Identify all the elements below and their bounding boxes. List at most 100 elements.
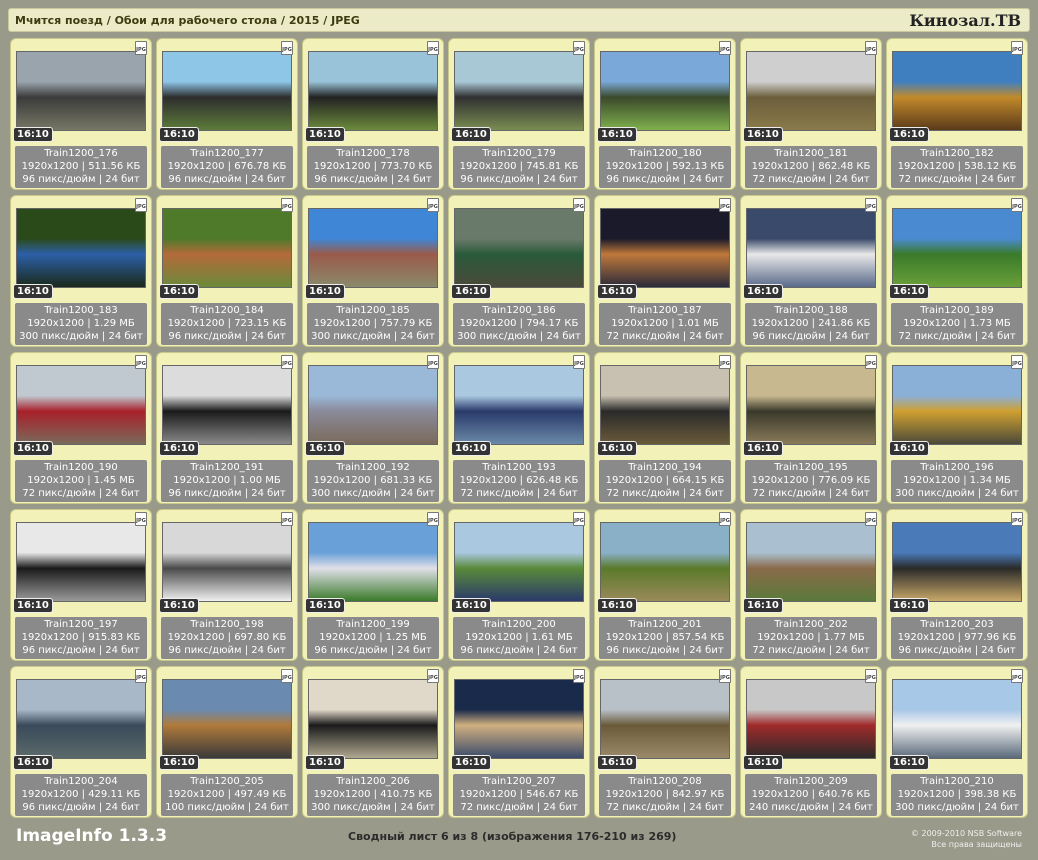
thumbnail-card[interactable]: JPG 16:10 Train1200_181 1920x1200 | 862.48 …: [740, 38, 882, 190]
thumbnail-card[interactable]: JPG 16:10 Train1200_182 1920x1200 | 538.12 …: [886, 38, 1028, 190]
thumbnail-image[interactable]: [162, 679, 292, 759]
thumbnail-card[interactable]: JPG 16:10 Train1200_178 1920x1200 | 773.70 …: [302, 38, 444, 190]
thumbnail-image[interactable]: [16, 208, 146, 288]
jpg-file-icon: JPG: [719, 512, 731, 526]
thumbnail-card[interactable]: JPG 16:10 Train1200_186 1920x1200 | 794.17 …: [448, 195, 590, 347]
thumbnail-card[interactable]: JPG 16:10 Train1200_210 1920x1200 | 398.38 …: [886, 666, 1028, 818]
thumbnail-image[interactable]: [892, 522, 1022, 602]
jpg-file-icon: JPG: [1011, 512, 1023, 526]
thumbnail-card[interactable]: JPG 16:10 Train1200_177 1920x1200 | 676.78 …: [156, 38, 298, 190]
file-dimensions-size: 1920x1200 | 794.17 КБ: [459, 318, 579, 329]
thumbnail-image[interactable]: [746, 679, 876, 759]
thumbnail-image[interactable]: [162, 522, 292, 602]
thumbnail-image[interactable]: [892, 51, 1022, 131]
thumbnail-card[interactable]: JPG 16:10 Train1200_199 1920x1200 | 1.25 МБ…: [302, 509, 444, 661]
thumbnail-card[interactable]: JPG 16:10 Train1200_206 1920x1200 | 410.75 …: [302, 666, 444, 818]
thumbnail-image[interactable]: [454, 51, 584, 131]
file-dimensions-size: 1920x1200 | 915.83 КБ: [21, 632, 141, 643]
file-resolution-depth: 96 пикс/дюйм | 24 бит: [460, 174, 578, 185]
thumbnail-image[interactable]: [600, 51, 730, 131]
thumbnail-image[interactable]: [746, 522, 876, 602]
thumbnail-card[interactable]: JPG 16:10 Train1200_198 1920x1200 | 697.80 …: [156, 509, 298, 661]
thumbnail-image[interactable]: [308, 522, 438, 602]
image-info: Train1200_202 1920x1200 | 1.77 МБ 72 пикс/…: [745, 617, 877, 659]
thumbnail-card[interactable]: JPG 16:10 Train1200_203 1920x1200 | 977.96 …: [886, 509, 1028, 661]
image-info: Train1200_188 1920x1200 | 241.86 КБ 96 пик…: [745, 303, 877, 345]
thumbnail-card[interactable]: JPG 16:10 Train1200_200 1920x1200 | 1.61 МБ…: [448, 509, 590, 661]
thumbnail-card[interactable]: JPG 16:10 Train1200_189 1920x1200 | 1.73 МБ…: [886, 195, 1028, 347]
thumbnail-image[interactable]: [308, 365, 438, 445]
thumbnail-card[interactable]: JPG 16:10 Train1200_183 1920x1200 | 1.29 МБ…: [10, 195, 152, 347]
thumbnail-image[interactable]: [746, 365, 876, 445]
thumbnail-image[interactable]: [746, 208, 876, 288]
thumbnail-image[interactable]: [454, 365, 584, 445]
thumbnail-image[interactable]: [162, 365, 292, 445]
thumbnail-card[interactable]: JPG 16:10 Train1200_204 1920x1200 | 429.11 …: [10, 666, 152, 818]
file-resolution-depth: 72 пикс/дюйм | 24 бит: [606, 331, 724, 342]
thumbnail-image[interactable]: [16, 51, 146, 131]
jpg-file-icon: JPG: [135, 669, 147, 683]
thumbnail-image[interactable]: [162, 208, 292, 288]
jpg-file-icon: JPG: [719, 198, 731, 212]
thumbnail-card[interactable]: JPG 16:10 Train1200_208 1920x1200 | 842.97 …: [594, 666, 736, 818]
thumbnail-card[interactable]: JPG 16:10 Train1200_201 1920x1200 | 857.54 …: [594, 509, 736, 661]
thumbnail-image[interactable]: [600, 679, 730, 759]
file-name: Train1200_209: [774, 776, 848, 787]
thumbnail-image[interactable]: [454, 522, 584, 602]
thumbnail-card[interactable]: JPG 16:10 Train1200_188 1920x1200 | 241.86 …: [740, 195, 882, 347]
jpg-file-icon: JPG: [865, 198, 877, 212]
thumbnail-card[interactable]: JPG 16:10 Train1200_190 1920x1200 | 1.45 МБ…: [10, 352, 152, 504]
thumbnail-card[interactable]: JPG 16:10 Train1200_197 1920x1200 | 915.83 …: [10, 509, 152, 661]
image-info: Train1200_179 1920x1200 | 745.81 КБ 96 пик…: [453, 146, 585, 188]
thumbnail-card[interactable]: JPG 16:10 Train1200_209 1920x1200 | 640.76 …: [740, 666, 882, 818]
thumbnail-card[interactable]: JPG 16:10 Train1200_180 1920x1200 | 592.13 …: [594, 38, 736, 190]
thumbnail-image[interactable]: [454, 208, 584, 288]
thumbnail-image[interactable]: [892, 208, 1022, 288]
thumbnail-card[interactable]: JPG 16:10 Train1200_207 1920x1200 | 546.67 …: [448, 666, 590, 818]
thumbnail-card[interactable]: JPG 16:10 Train1200_176 1920x1200 | 511.56 …: [10, 38, 152, 190]
jpg-file-icon: JPG: [135, 198, 147, 212]
thumbnail-image[interactable]: [308, 679, 438, 759]
jpg-file-icon: JPG: [573, 198, 585, 212]
aspect-ratio-badge: 16:10: [305, 598, 345, 613]
aspect-ratio-badge: 16:10: [597, 755, 637, 770]
thumbnail-card[interactable]: JPG 16:10 Train1200_185 1920x1200 | 757.79 …: [302, 195, 444, 347]
thumbnail-image[interactable]: [454, 679, 584, 759]
thumbnail-card[interactable]: JPG 16:10 Train1200_187 1920x1200 | 1.01 МБ…: [594, 195, 736, 347]
thumbnail-card[interactable]: JPG 16:10 Train1200_205 1920x1200 | 497.49 …: [156, 666, 298, 818]
file-name: Train1200_184: [190, 305, 264, 316]
thumbnail-card[interactable]: JPG 16:10 Train1200_192 1920x1200 | 681.33 …: [302, 352, 444, 504]
thumbnail-image[interactable]: [600, 522, 730, 602]
image-info: Train1200_192 1920x1200 | 681.33 КБ 300 пи…: [307, 460, 439, 502]
thumbnail-card[interactable]: JPG 16:10 Train1200_202 1920x1200 | 1.77 МБ…: [740, 509, 882, 661]
thumbnail-card[interactable]: JPG 16:10 Train1200_196 1920x1200 | 1.34 МБ…: [886, 352, 1028, 504]
thumbnail-image[interactable]: [162, 51, 292, 131]
image-info: Train1200_203 1920x1200 | 977.96 КБ 96 пик…: [891, 617, 1023, 659]
file-resolution-depth: 300 пикс/дюйм | 24 бит: [311, 488, 435, 499]
thumbnail-image[interactable]: [16, 679, 146, 759]
thumbnail-image[interactable]: [16, 522, 146, 602]
file-dimensions-size: 1920x1200 | 592.13 КБ: [605, 161, 725, 172]
thumbnail-card[interactable]: JPG 16:10 Train1200_195 1920x1200 | 776.09 …: [740, 352, 882, 504]
image-info: Train1200_193 1920x1200 | 626.48 КБ 72 пик…: [453, 460, 585, 502]
thumbnail-image[interactable]: [308, 51, 438, 131]
file-name: Train1200_208: [628, 776, 702, 787]
image-info: Train1200_186 1920x1200 | 794.17 КБ 300 пи…: [453, 303, 585, 345]
jpg-file-icon: JPG: [719, 669, 731, 683]
thumbnail-card[interactable]: JPG 16:10 Train1200_193 1920x1200 | 626.48 …: [448, 352, 590, 504]
thumbnail-card[interactable]: JPG 16:10 Train1200_179 1920x1200 | 745.81 …: [448, 38, 590, 190]
thumbnail-image[interactable]: [308, 208, 438, 288]
thumbnail-image[interactable]: [16, 365, 146, 445]
copyright: © 2009-2010 NSB Software Все права защищ…: [911, 828, 1022, 850]
title-bar: Мчится поезд / Обои для рабочего стола /…: [8, 8, 1030, 32]
thumbnail-image[interactable]: [600, 208, 730, 288]
thumbnail-image[interactable]: [892, 365, 1022, 445]
thumbnail-card[interactable]: JPG 16:10 Train1200_191 1920x1200 | 1.00 МБ…: [156, 352, 298, 504]
file-resolution-depth: 96 пикс/дюйм | 24 бит: [22, 174, 140, 185]
thumbnail-image[interactable]: [600, 365, 730, 445]
thumbnail-image[interactable]: [746, 51, 876, 131]
image-info: Train1200_210 1920x1200 | 398.38 КБ 300 пи…: [891, 774, 1023, 816]
thumbnail-card[interactable]: JPG 16:10 Train1200_194 1920x1200 | 664.15 …: [594, 352, 736, 504]
thumbnail-card[interactable]: JPG 16:10 Train1200_184 1920x1200 | 723.15 …: [156, 195, 298, 347]
thumbnail-image[interactable]: [892, 679, 1022, 759]
